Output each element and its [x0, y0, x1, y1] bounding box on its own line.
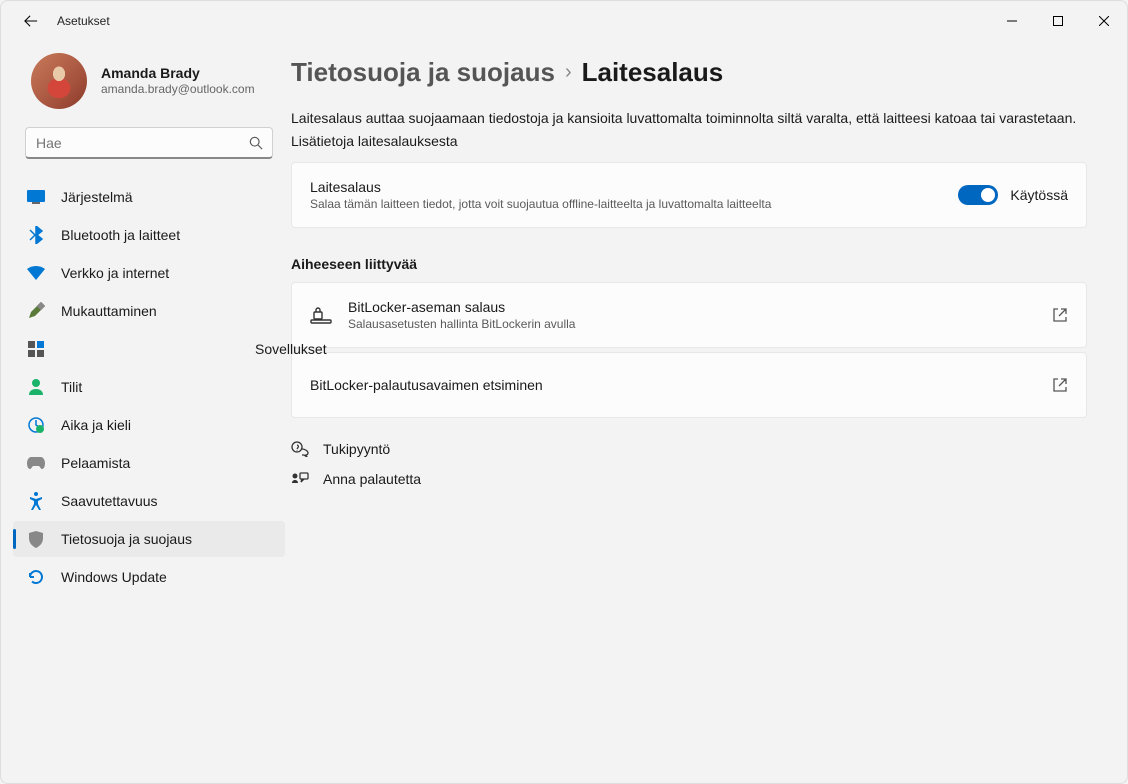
- app-title: Asetukset: [57, 14, 110, 28]
- get-help-link[interactable]: Tukipyyntö: [291, 440, 1087, 458]
- sidebar-item-network[interactable]: Verkko ja internet: [13, 255, 285, 291]
- update-icon: [27, 568, 45, 586]
- lock-drive-icon: [310, 306, 332, 324]
- apps-icon: [27, 340, 45, 358]
- sidebar-item-label: Windows Update: [61, 569, 167, 585]
- system-icon: [27, 188, 45, 206]
- sidebar-item-label: Aika ja kieli: [61, 417, 131, 433]
- maximize-button[interactable]: [1035, 1, 1081, 41]
- sidebar-item-label: Pelaamista: [61, 455, 130, 471]
- sidebar-item-gaming[interactable]: Pelaamista: [13, 445, 285, 481]
- footer-link-label: Anna palautetta: [323, 471, 421, 487]
- sidebar-item-time-language[interactable]: Aika ja kieli: [13, 407, 285, 443]
- back-button[interactable]: [19, 9, 43, 33]
- page-title: Laitesalaus: [582, 57, 724, 88]
- sidebar-item-privacy-security[interactable]: Tietosuoja ja suojaus: [13, 521, 285, 557]
- external-link-icon: [1052, 377, 1068, 393]
- sidebar-item-label: Järjestelmä: [61, 189, 133, 205]
- wifi-icon: [27, 264, 45, 282]
- sidebar-item-label: Saavutettavuus: [61, 493, 158, 509]
- help-icon: [291, 440, 309, 458]
- bitlocker-drive-card[interactable]: BitLocker-aseman salaus Salausasetusten …: [291, 282, 1087, 348]
- sidebar-item-label: Tilit: [61, 379, 82, 395]
- breadcrumb-parent[interactable]: Tietosuoja ja suojaus: [291, 57, 555, 88]
- external-link-icon: [1052, 307, 1068, 323]
- person-icon: [27, 378, 45, 396]
- profile-email: amanda.brady@outlook.com: [101, 82, 255, 98]
- shield-icon: [27, 530, 45, 548]
- device-encryption-card: Laitesalaus Salaa tämän laitteen tiedot,…: [291, 162, 1087, 228]
- card-title: BitLocker-palautusavaimen etsiminen: [310, 377, 1036, 393]
- sidebar-item-label: Verkko ja internet: [61, 265, 169, 281]
- sidebar-item-accessibility[interactable]: Saavutettavuus: [13, 483, 285, 519]
- sidebar-item-label: Mukauttaminen: [61, 303, 157, 319]
- brush-icon: [27, 302, 45, 320]
- sidebar-item-label: Bluetooth ja laitteet: [61, 227, 180, 243]
- breadcrumb: Tietosuoja ja suojaus › Laitesalaus: [291, 57, 1087, 88]
- sidebar-item-system[interactable]: Järjestelmä: [13, 179, 285, 215]
- sidebar-item-label: Tietosuoja ja suojaus: [61, 531, 192, 547]
- feedback-icon: [291, 470, 309, 488]
- search-input[interactable]: [25, 127, 273, 159]
- gamepad-icon: [27, 454, 45, 472]
- search-box: [25, 127, 273, 159]
- accessibility-icon: [27, 492, 45, 510]
- card-subtitle: Salausasetusten hallinta BitLockerin avu…: [348, 317, 1036, 331]
- device-encryption-toggle[interactable]: [958, 185, 998, 205]
- search-icon: [249, 136, 263, 150]
- sidebar-item-bluetooth[interactable]: Bluetooth ja laitteet: [13, 217, 285, 253]
- learn-more-link[interactable]: Lisätietoja laitesalauksesta: [291, 133, 458, 149]
- profile-block[interactable]: Amanda Brady amanda.brady@outlook.com: [13, 49, 285, 127]
- sidebar-item-apps[interactable]: Sovellukset: [13, 331, 285, 367]
- sidebar-item-personalization[interactable]: Mukauttaminen: [13, 293, 285, 329]
- give-feedback-link[interactable]: Anna palautetta: [291, 470, 1087, 488]
- page-description: Laitesalaus auttaa suojaamaan tiedostoja…: [291, 108, 1087, 129]
- card-title: Laitesalaus: [310, 179, 942, 195]
- minimize-button[interactable]: [989, 1, 1035, 41]
- card-subtitle: Salaa tämän laitteen tiedot, jotta voit …: [310, 197, 942, 211]
- close-button[interactable]: [1081, 1, 1127, 41]
- sidebar-item-accounts[interactable]: Tilit: [13, 369, 285, 405]
- avatar: [31, 53, 87, 109]
- card-title: BitLocker-aseman salaus: [348, 299, 1036, 315]
- overflow-label: Sovellukset: [255, 341, 327, 357]
- footer-link-label: Tukipyyntö: [323, 441, 390, 457]
- profile-name: Amanda Brady: [101, 64, 255, 82]
- bitlocker-recovery-card[interactable]: BitLocker-palautusavaimen etsiminen: [291, 352, 1087, 418]
- bluetooth-icon: [27, 226, 45, 244]
- sidebar-item-windows-update[interactable]: Windows Update: [13, 559, 285, 595]
- chevron-right-icon: ›: [565, 61, 572, 84]
- toggle-state-label: Käytössä: [1010, 187, 1068, 203]
- related-section-header: Aiheeseen liittyvää: [291, 256, 1087, 272]
- clock-globe-icon: [27, 416, 45, 434]
